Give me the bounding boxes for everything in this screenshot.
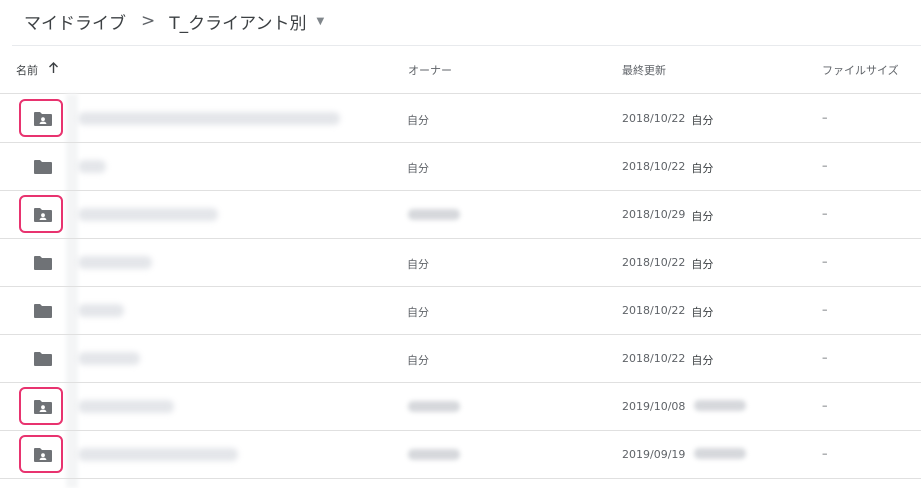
last-modified-cell: 2019/10/08 xyxy=(622,400,685,413)
modified-date: 2018/10/22 xyxy=(622,304,686,317)
file-name-redacted xyxy=(78,208,218,221)
file-size-cell: – xyxy=(822,447,828,460)
modified-by: 自分 xyxy=(691,258,714,271)
column-header-name[interactable]: 名前 xyxy=(16,62,59,78)
file-name-redacted xyxy=(78,352,140,365)
modified-by: 自分 xyxy=(691,162,714,175)
owner-cell: 自分 xyxy=(407,306,429,319)
owner-redacted xyxy=(408,209,460,220)
modified-date: 2018/10/29 xyxy=(622,208,686,221)
file-name-redacted xyxy=(78,304,124,317)
owner-cell: 自分 xyxy=(407,114,429,127)
table-row[interactable]: 自分 2018/10/22 自分 – xyxy=(0,239,921,287)
modified-by-redacted xyxy=(694,448,746,459)
modified-by: 自分 xyxy=(691,210,714,223)
file-name-redacted xyxy=(78,448,238,461)
modified-date: 2018/10/22 xyxy=(622,112,686,125)
column-name-label: 名前 xyxy=(16,63,38,77)
file-size-cell: – xyxy=(822,351,828,364)
folder-icon xyxy=(20,287,66,334)
modified-date: 2019/09/19 xyxy=(622,448,686,461)
file-size-cell: – xyxy=(822,207,828,220)
table-row[interactable]: 2019/10/08 – xyxy=(0,383,921,431)
file-list: 自分 2018/10/22 自分 – 自分 2018/10/22 自分 –2018/10/29… xyxy=(0,95,921,479)
folder-icon xyxy=(20,143,66,190)
owner-cell: 自分 xyxy=(407,162,429,175)
column-header-last-modified[interactable]: 最終更新 xyxy=(622,62,666,78)
file-name-redacted xyxy=(78,400,174,413)
highlight-box xyxy=(19,387,63,425)
owner-cell: 自分 xyxy=(407,258,429,271)
caret-down-icon[interactable]: ▼ xyxy=(316,16,324,27)
file-size-cell: – xyxy=(822,303,828,316)
table-row[interactable]: 自分 2018/10/22 自分 – xyxy=(0,335,921,383)
breadcrumb-current-folder[interactable]: T_クライアント別 xyxy=(169,9,306,34)
highlight-box xyxy=(19,435,63,473)
last-modified-cell: 2018/10/22 自分 xyxy=(622,160,713,176)
modified-by-redacted xyxy=(694,400,746,411)
table-row[interactable]: 2019/09/19 – xyxy=(0,431,921,479)
modified-date: 2018/10/22 xyxy=(622,256,686,269)
file-name-redacted xyxy=(78,256,152,269)
last-modified-cell: 2019/09/19 xyxy=(622,448,685,461)
modified-date: 2018/10/22 xyxy=(622,160,686,173)
breadcrumb-separator: > xyxy=(141,11,156,31)
file-size-cell: – xyxy=(822,111,828,124)
highlight-box xyxy=(19,195,63,233)
column-header: 名前 オーナー 最終更新 ファイルサイズ xyxy=(0,46,921,94)
modified-date: 2018/10/22 xyxy=(622,352,686,365)
modified-by: 自分 xyxy=(691,306,714,319)
column-header-owner[interactable]: オーナー xyxy=(408,62,452,78)
last-modified-cell: 2018/10/22 自分 xyxy=(622,304,713,320)
breadcrumb-my-drive[interactable]: マイドライブ xyxy=(24,9,126,34)
modified-date: 2019/10/08 xyxy=(622,400,686,413)
breadcrumb: マイドライブ > T_クライアント別 ▼ xyxy=(24,8,324,34)
file-size-cell: – xyxy=(822,255,828,268)
table-row[interactable]: 自分 2018/10/22 自分 – xyxy=(0,95,921,143)
table-row[interactable]: 2018/10/29 自分 – xyxy=(0,191,921,239)
file-size-cell: – xyxy=(822,399,828,412)
file-name-redacted xyxy=(78,112,340,125)
table-row[interactable]: 自分 2018/10/22 自分 – xyxy=(0,287,921,335)
folder-icon xyxy=(20,335,66,382)
modified-by: 自分 xyxy=(691,114,714,127)
owner-redacted xyxy=(408,401,460,412)
folder-icon xyxy=(20,239,66,286)
file-name-redacted xyxy=(78,160,106,173)
owner-cell: 自分 xyxy=(407,354,429,367)
table-row[interactable]: 自分 2018/10/22 自分 – xyxy=(0,143,921,191)
last-modified-cell: 2018/10/22 自分 xyxy=(622,112,713,128)
modified-by: 自分 xyxy=(691,354,714,367)
owner-redacted xyxy=(408,449,460,460)
last-modified-cell: 2018/10/22 自分 xyxy=(622,256,713,272)
column-header-file-size[interactable]: ファイルサイズ xyxy=(822,62,899,78)
last-modified-cell: 2018/10/22 自分 xyxy=(622,352,713,368)
arrow-up-icon[interactable] xyxy=(48,62,59,77)
file-size-cell: – xyxy=(822,159,828,172)
last-modified-cell: 2018/10/29 自分 xyxy=(622,208,713,224)
highlight-box xyxy=(19,99,63,137)
